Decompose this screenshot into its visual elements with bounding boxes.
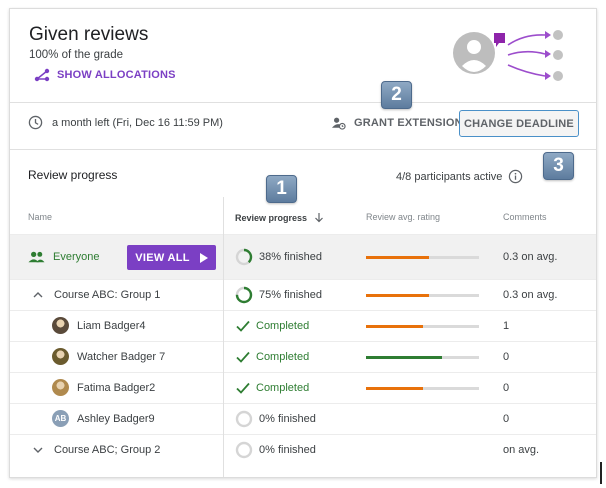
column-header-review-progress[interactable]: Review progress: [235, 212, 324, 223]
group-icon: [28, 251, 45, 263]
row-name: Everyone: [53, 251, 100, 263]
share-nodes-icon: [34, 68, 50, 82]
review-progress-status: 0% finished: [259, 443, 316, 456]
rating-bar: [366, 355, 479, 359]
view-all-label: VIEW ALL: [135, 251, 190, 264]
table-row[interactable]: AB Ashley Badger9 0% finished 0: [10, 403, 596, 434]
comments-value: 0.3 on avg.: [503, 251, 558, 263]
step-badge-2: 2: [381, 81, 412, 109]
grant-extension-label: GRANT EXTENSION: [354, 117, 463, 129]
grant-extension-button[interactable]: GRANT EXTENSION: [331, 116, 463, 130]
comments-value: 1: [503, 319, 510, 332]
row-name: Course ABC; Group 2: [54, 443, 161, 456]
comments-value: 0: [503, 381, 510, 394]
row-name: Liam Badger4: [77, 319, 146, 332]
progress-ring-icon: [235, 286, 253, 303]
rating-bar-fill: [366, 293, 430, 297]
page-title: Given reviews: [29, 24, 149, 45]
table-row[interactable]: Liam Badger4 Completed 1: [10, 310, 596, 341]
clock-icon: [28, 115, 43, 130]
person-clock-icon: [331, 117, 346, 130]
comments-value: 0: [503, 350, 510, 363]
rating-bar-fill: [366, 324, 423, 328]
row-name: Watcher Badger 7: [77, 350, 166, 363]
step-badge-1: 1: [266, 175, 297, 203]
column-separator: [223, 197, 224, 477]
change-deadline-button[interactable]: CHANGE DEADLINE: [459, 110, 579, 137]
column-header-review-avg-rating[interactable]: Review avg. rating: [366, 212, 440, 222]
row-name: Course ABC: Group 1: [54, 288, 161, 301]
review-progress-status: Completed: [256, 350, 310, 363]
checkmark-icon: [236, 320, 250, 332]
checkmark-icon: [236, 382, 250, 394]
review-progress-status: Completed: [256, 381, 310, 394]
divider: [10, 149, 596, 150]
rating-bar-fill: [366, 386, 423, 390]
participants-active-text: 4/8 participants active: [396, 170, 503, 183]
review-progress-status: 38% finished: [259, 251, 322, 263]
table-row[interactable]: Everyone VIEW ALL 38% finished 0.3 on av…: [10, 235, 596, 279]
column-header-review-progress-label: Review progress: [235, 212, 308, 223]
sort-arrow-down-icon: [315, 213, 323, 223]
row-name: Ashley Badger9: [77, 412, 155, 425]
review-progress-status: 0% finished: [259, 412, 316, 425]
view-all-button[interactable]: VIEW ALL: [127, 245, 216, 270]
table-row[interactable]: Course ABC; Group 2 0% finished on avg.: [10, 434, 596, 465]
rating-bar: [366, 256, 479, 259]
divider: [10, 102, 596, 103]
review-progress-status: 75% finished: [259, 288, 322, 301]
text-cursor: [600, 462, 602, 484]
avatar: [52, 379, 69, 396]
review-progress-status: Completed: [256, 319, 310, 332]
show-allocations-button[interactable]: SHOW ALLOCATIONS: [34, 68, 176, 82]
table-row[interactable]: Fatima Badger2 Completed 0: [10, 372, 596, 403]
chevron-up-icon[interactable]: [32, 289, 44, 301]
checkmark-icon: [236, 351, 250, 363]
review-progress-title: Review progress: [28, 168, 118, 182]
table-row[interactable]: Watcher Badger 7 Completed 0: [10, 341, 596, 372]
info-icon[interactable]: [508, 169, 523, 184]
avatar: [52, 317, 69, 334]
participants-active: 4/8 participants active: [396, 169, 523, 184]
chevron-down-icon[interactable]: [32, 444, 44, 456]
rating-bar: [366, 324, 479, 328]
progress-ring-icon: [235, 248, 253, 266]
show-allocations-label: SHOW ALLOCATIONS: [57, 69, 176, 81]
rating-bar: [366, 293, 479, 297]
rating-bar-fill: [366, 355, 442, 359]
avatar: AB: [52, 410, 69, 427]
deadline-text: a month left (Fri, Dec 16 11:59 PM): [52, 116, 223, 129]
step-badge-3: 3: [543, 152, 574, 180]
comments-value: 0: [503, 412, 510, 425]
comments-value: 0.3 on avg.: [503, 288, 558, 301]
play-arrow-icon: [199, 252, 208, 263]
column-header-name[interactable]: Name: [28, 212, 52, 222]
table-row[interactable]: Course ABC: Group 1 75% finished 0.3 on …: [10, 279, 596, 310]
grade-weight: 100% of the grade: [29, 49, 123, 61]
progress-ring-icon: [235, 441, 253, 458]
column-header-comments[interactable]: Comments: [503, 212, 547, 222]
rating-bar-fill: [366, 256, 430, 259]
deadline-info: a month left (Fri, Dec 16 11:59 PM): [28, 115, 223, 130]
review-allocation-illustration-icon: [453, 30, 563, 81]
given-reviews-card: Given reviews 100% of the grade SHOW ALL…: [9, 8, 597, 478]
rating-bar: [366, 386, 479, 390]
row-name: Fatima Badger2: [77, 381, 156, 394]
avatar: [52, 348, 69, 365]
comments-value: on avg.: [503, 443, 540, 456]
progress-ring-icon: [235, 410, 253, 427]
